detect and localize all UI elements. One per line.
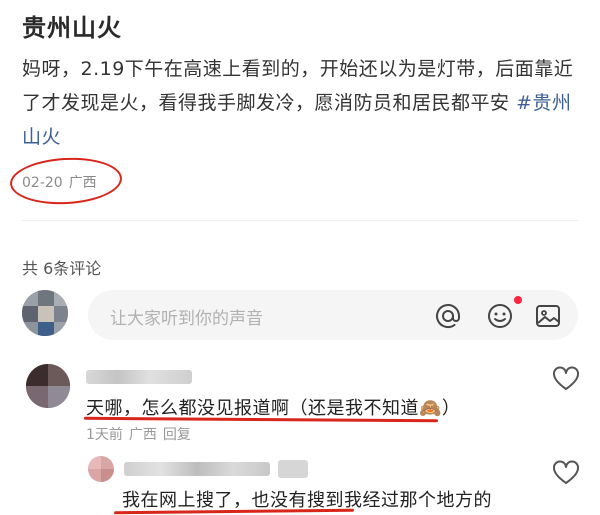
reply-button[interactable]: 回复 (163, 427, 191, 443)
comment-location: 广西 (128, 427, 157, 443)
comment-text: 天哪，怎么都没见报道啊（还是我不知道🙈） (86, 398, 461, 419)
comment-count: 共 6条评论 (22, 259, 102, 278)
emoji: 🙈 (419, 398, 442, 419)
my-avatar[interactable] (22, 290, 68, 336)
commenter-avatar[interactable] (26, 364, 70, 408)
post-body: 妈呀，2.19下午在高速上看到的，开始还以为是灯带，后面靠近了才发现是火，看得我… (22, 52, 582, 154)
divider (22, 220, 578, 221)
post-title: 贵州山火 (22, 14, 122, 42)
comment-input[interactable]: 让大家听到你的声音 (88, 290, 578, 340)
commenter-name-blurred (124, 462, 270, 476)
commenter-badge-blurred (278, 460, 308, 478)
like-heart-icon[interactable] (552, 460, 580, 486)
annotation-circle (8, 155, 124, 207)
like-heart-icon[interactable] (552, 366, 580, 392)
post-body-text: 妈呀，2.19下午在高速上看到的，开始还以为是灯带，后面靠近了才发现是火，看得我… (22, 58, 574, 114)
notification-dot (514, 296, 522, 304)
emoji-icon[interactable] (486, 302, 514, 330)
commenter-avatar[interactable] (88, 456, 114, 482)
commenter-name-blurred (86, 370, 192, 384)
comment-meta: 1天前 广西 回复 (86, 424, 197, 444)
comment-text: 我在网上搜了，也没有搜到我经过那个地方的 (122, 490, 492, 511)
comment-time: 1天前 (86, 427, 123, 443)
comment-input-placeholder: 让大家听到你的声音 (110, 309, 263, 329)
image-icon[interactable] (534, 302, 562, 330)
at-icon[interactable] (434, 302, 462, 330)
